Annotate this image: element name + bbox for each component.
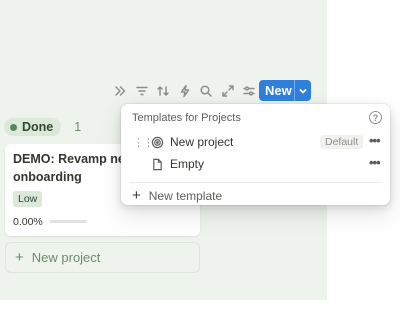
new-project-button[interactable]: + New project <box>5 242 200 273</box>
default-badge: Default <box>320 135 364 149</box>
group-count: 1 <box>74 120 82 134</box>
view-toolbar <box>110 80 261 102</box>
group-header-done: Done 1 <box>4 118 81 136</box>
templates-menu: Templates for Projects ? ⋮⋮ New project … <box>121 104 390 205</box>
template-item-label: New project <box>170 135 234 149</box>
priority-tag: Low <box>13 191 43 207</box>
new-button[interactable]: New <box>259 80 311 101</box>
template-item-empty[interactable]: Empty ••• <box>121 153 390 175</box>
template-item-new-project[interactable]: ⋮⋮ New project Default ••• <box>121 131 390 153</box>
target-icon <box>150 135 164 149</box>
progress-text: 0.00% <box>13 216 43 228</box>
expand-icon[interactable] <box>218 81 238 101</box>
help-icon[interactable]: ? <box>369 111 382 124</box>
search-icon[interactable] <box>196 81 216 101</box>
plus-icon: + <box>132 187 141 204</box>
status-badge: Done <box>4 118 62 136</box>
menu-header: Templates for Projects <box>132 112 241 124</box>
menu-divider <box>129 182 382 183</box>
more-options-icon[interactable]: ••• <box>369 133 381 148</box>
template-item-label: Empty <box>170 157 205 171</box>
status-dot-icon <box>10 123 17 131</box>
progress-bar <box>50 220 87 223</box>
plus-icon: + <box>15 249 24 266</box>
new-project-label: New project <box>31 250 101 265</box>
automation-icon[interactable] <box>175 81 195 101</box>
status-label: Done <box>22 120 54 134</box>
settings-icon[interactable] <box>239 81 259 101</box>
chevrons-right-icon[interactable] <box>110 81 130 101</box>
filter-icon[interactable] <box>132 81 152 101</box>
new-button-label[interactable]: New <box>259 83 294 98</box>
page-icon <box>150 157 164 171</box>
new-template-label: New template <box>148 188 223 203</box>
chevron-down-icon[interactable] <box>295 86 311 96</box>
more-options-icon[interactable]: ••• <box>369 155 381 170</box>
new-template-button[interactable]: + New template <box>132 187 222 204</box>
sort-icon[interactable] <box>153 81 173 101</box>
